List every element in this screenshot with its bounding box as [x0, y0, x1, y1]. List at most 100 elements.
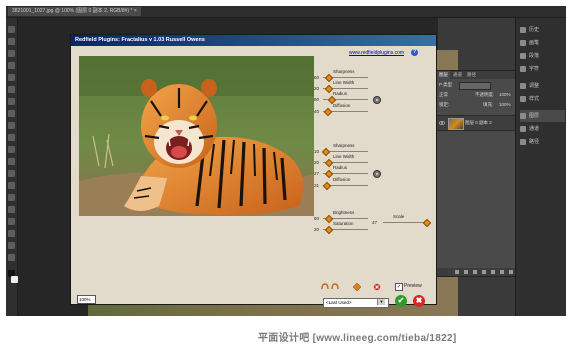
panel-button-label: 图层	[529, 113, 540, 119]
layers-icon	[520, 112, 526, 119]
eraser-tool-icon[interactable]	[8, 146, 15, 153]
blur-tool-icon[interactable]	[8, 170, 15, 177]
redo-icon[interactable]	[331, 283, 339, 291]
dodge-tool-icon[interactable]	[8, 182, 15, 189]
close-icon[interactable]: ×	[134, 8, 137, 14]
zoom-level[interactable]: 100%	[77, 295, 96, 304]
layer-style-icon[interactable]	[464, 270, 468, 274]
tab-channels[interactable]: 通道	[451, 71, 464, 79]
fill-value[interactable]: 100%	[499, 101, 511, 109]
help-icon[interactable]: ?	[411, 49, 418, 56]
layer-kind-filter[interactable]: P 类型	[439, 81, 452, 89]
eyedropper-tool-icon[interactable]	[8, 86, 15, 93]
radius-value[interactable]: 80	[309, 97, 319, 102]
panel-button-character[interactable]: 字符	[520, 63, 565, 75]
scale-slider-track[interactable]	[383, 222, 428, 223]
diffusion-2-label: Diffusion	[333, 177, 351, 182]
gear-icon[interactable]	[373, 96, 381, 104]
diffusion-slider-thumb[interactable]	[323, 107, 332, 117]
saturation-value[interactable]: 20	[309, 227, 319, 232]
saturation-label: Saturation	[333, 221, 354, 226]
layer-name[interactable]: 图层 0 副本 2	[465, 119, 492, 127]
panel-button-history[interactable]: 历史	[520, 24, 565, 36]
link-layers-icon[interactable]	[455, 270, 459, 274]
dialog-title-bar[interactable]: Redfield Plugins: Fractalius v 1.03 Russ…	[71, 35, 436, 46]
stamp-tool-icon[interactable]	[8, 122, 15, 129]
new-group-icon[interactable]	[491, 270, 495, 274]
diffusion-2-value[interactable]: 21	[309, 183, 319, 188]
brush-tool-icon[interactable]	[8, 110, 15, 117]
ok-button[interactable]: ✔	[395, 295, 407, 307]
background-color-swatch[interactable]	[11, 276, 18, 283]
chevron-down-icon[interactable]: ▼	[377, 299, 385, 305]
sharpness-value[interactable]: 60	[309, 75, 319, 80]
pen-tool-icon[interactable]	[8, 194, 15, 201]
layers-panel-tabs: 图层 通道 路径	[437, 71, 516, 79]
paragraph-icon	[520, 52, 526, 59]
eye-icon[interactable]	[439, 120, 445, 126]
history-brush-tool-icon[interactable]	[8, 134, 15, 141]
radius-label: Radius	[333, 91, 348, 96]
panel-button-adjustments[interactable]: 调整	[520, 80, 565, 92]
radius-2-slider-thumb[interactable]	[324, 169, 333, 179]
scale-label: Scale	[393, 214, 405, 219]
panel-button-paragraph[interactable]: 段落	[520, 50, 565, 62]
zoom-tool-icon[interactable]	[8, 254, 15, 261]
gradient-tool-icon[interactable]	[8, 158, 15, 165]
scale-slider-thumb[interactable]	[422, 218, 431, 228]
undo-icon[interactable]	[321, 283, 329, 291]
sharpness-2-slider-thumb[interactable]	[322, 147, 331, 157]
line-width-value[interactable]: 20	[309, 86, 319, 91]
sharpness-2-value[interactable]: 10	[309, 149, 319, 154]
path-select-tool-icon[interactable]	[8, 218, 15, 225]
shape-tool-icon[interactable]	[8, 230, 15, 237]
hand-tool-icon[interactable]	[8, 242, 15, 249]
panel-button-brush[interactable]: 画笔	[520, 37, 565, 49]
layer-thumbnail	[448, 118, 464, 130]
healing-tool-icon[interactable]	[8, 98, 15, 105]
move-tool-icon[interactable]	[8, 26, 15, 33]
website-link[interactable]: www.redfieldplugins.com	[349, 50, 404, 56]
marquee-tool-icon[interactable]	[8, 38, 15, 45]
line-width-2-value[interactable]: 20	[309, 160, 319, 165]
brightness-value[interactable]: 60	[309, 216, 319, 221]
filter-select[interactable]	[459, 82, 491, 90]
adjustment-layer-icon[interactable]	[482, 270, 486, 274]
document-tab[interactable]: 3821001_1027.jpg @ 100% (图层 0 副本 2, RGB/…	[8, 7, 141, 16]
panel-button-styles[interactable]: 样式	[520, 93, 565, 105]
brush-icon	[520, 39, 526, 46]
saturation-slider-thumb[interactable]	[325, 225, 334, 235]
diffusion-2-slider-thumb[interactable]	[322, 181, 331, 191]
reset-icon[interactable]	[373, 283, 381, 291]
cancel-button[interactable]: ✖	[413, 295, 425, 307]
tab-paths[interactable]: 路径	[465, 71, 478, 79]
brightness-slider-thumb[interactable]	[324, 214, 333, 224]
blend-mode-select[interactable]: 正常	[439, 91, 448, 99]
panel-button-layers[interactable]: 图层	[520, 110, 565, 122]
gear-icon[interactable]	[373, 170, 381, 178]
character-icon	[520, 65, 526, 72]
diffusion-value[interactable]: 40	[309, 109, 319, 114]
radius-2-value[interactable]: 27	[309, 171, 319, 176]
quick-select-tool-icon[interactable]	[8, 62, 15, 69]
randomize-icon[interactable]	[353, 283, 361, 291]
crop-tool-icon[interactable]	[8, 74, 15, 81]
scale-value[interactable]: 47	[367, 220, 377, 225]
dialog-body: www.redfieldplugins.com ? Sharpness 60 L…	[71, 46, 436, 308]
panel-button-label: 样式	[529, 96, 540, 102]
opacity-value[interactable]: 100%	[499, 91, 511, 99]
preview-image[interactable]	[79, 56, 314, 216]
lock-label: 锁定:	[439, 102, 450, 107]
lasso-tool-icon[interactable]	[8, 50, 15, 57]
dialog-title: Redfield Plugins: Fractalius v 1.03 Russ…	[75, 37, 205, 43]
panel-button-paths[interactable]: 路径	[520, 136, 565, 148]
layer-mask-icon[interactable]	[473, 270, 477, 274]
type-tool-icon[interactable]	[8, 206, 15, 213]
layer-row[interactable]: 图层 0 副本 2	[437, 115, 516, 131]
tab-layers[interactable]: 图层	[437, 71, 450, 79]
sharpness-slider-thumb[interactable]	[324, 73, 333, 83]
trash-icon[interactable]	[509, 270, 513, 274]
preview-checkbox[interactable]: ✓	[395, 283, 403, 291]
panel-button-channels[interactable]: 通道	[520, 123, 565, 135]
new-layer-icon[interactable]	[500, 270, 504, 274]
